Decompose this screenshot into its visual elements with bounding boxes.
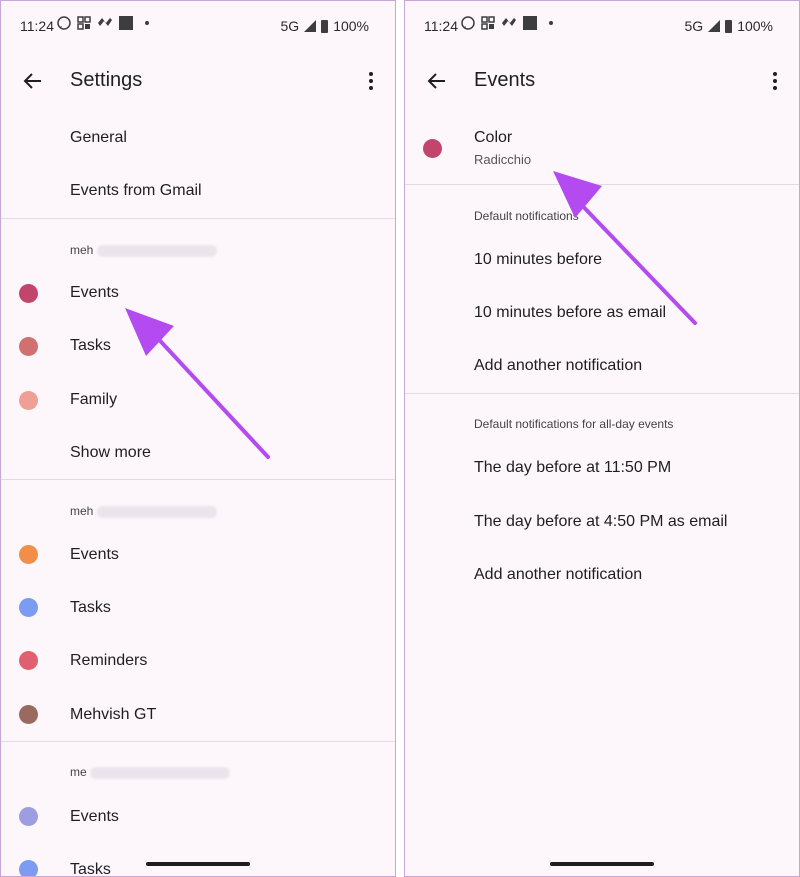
gesture-nav-bar[interactable]	[550, 862, 654, 866]
account-header-2: meh	[70, 504, 217, 518]
calendar-item-reminders[interactable]: Reminders	[70, 652, 147, 670]
notification-item-10min-email[interactable]: 10 minutes before as email	[474, 304, 666, 322]
add-notification-button[interactable]: Add another notification	[474, 357, 642, 375]
divider	[1, 479, 395, 480]
default-notifications-header: Default notifications	[474, 209, 579, 223]
app-square-icon	[523, 16, 537, 30]
calendar-color-dot	[19, 598, 38, 617]
arrow-back-icon[interactable]	[21, 69, 45, 93]
whatsapp-icon	[57, 16, 71, 30]
more-vert-icon[interactable]	[361, 69, 381, 93]
events-settings-screen: 11:24 5G 100% Events Color Radicchio Def…	[404, 0, 800, 877]
more-vert-icon[interactable]	[765, 69, 785, 93]
calendar-item-tasks[interactable]: Tasks	[70, 861, 111, 876]
app-swirl-icon	[98, 18, 112, 26]
notification-dot-icon	[145, 21, 149, 25]
redacted-email	[96, 505, 217, 518]
signal-icon	[304, 20, 317, 32]
color-value: Radicchio	[474, 152, 532, 167]
page-title: Events	[474, 69, 536, 91]
annotation-arrow	[553, 171, 697, 325]
allday-notification-item-2[interactable]: The day before at 4:50 PM as email	[474, 513, 727, 531]
color-swatch	[423, 139, 442, 158]
account-1-label: meh	[70, 243, 94, 257]
notification-item-10min[interactable]: 10 minutes before	[474, 251, 602, 269]
calendar-color-dot	[19, 651, 38, 670]
divider	[1, 741, 395, 742]
battery-label: 100%	[333, 18, 369, 34]
network-label: 5G	[684, 18, 704, 34]
calendar-color-dot	[19, 391, 38, 410]
battery-icon	[321, 19, 329, 33]
show-more-item[interactable]: Show more	[70, 444, 151, 462]
calendar-item-family[interactable]: Family	[70, 391, 117, 409]
redacted-email	[96, 244, 217, 257]
status-time: 11:24	[424, 18, 458, 34]
account-header-3: me	[70, 765, 231, 779]
calendar-item-events[interactable]: Events	[70, 284, 119, 302]
allday-notifications-header: Default notifications for all-day events	[474, 417, 674, 431]
status-time: 11:24	[20, 18, 54, 34]
app-square-icon	[119, 16, 133, 30]
battery-label: 100%	[737, 18, 773, 34]
settings-screen: 11:24 5G 100% Settings General Events fr…	[0, 0, 396, 877]
calendar-item-tasks[interactable]: Tasks	[70, 599, 111, 617]
color-label: Color	[474, 129, 513, 146]
annotation-arrow	[125, 308, 270, 459]
calendar-color-dot	[19, 545, 38, 564]
notification-dot-icon	[549, 21, 553, 25]
signal-icon	[708, 20, 721, 32]
whatsapp-icon	[461, 16, 475, 30]
network-label: 5G	[280, 18, 300, 34]
calendar-item-events[interactable]: Events	[70, 808, 119, 826]
divider	[405, 184, 799, 185]
allday-add-notification-button[interactable]: Add another notification	[474, 566, 642, 584]
status-bar: 11:24 5G 100%	[405, 1, 799, 51]
general-item[interactable]: General	[70, 129, 127, 147]
arrow-back-icon[interactable]	[425, 69, 449, 93]
status-bar: 11:24 5G 100%	[1, 1, 395, 51]
events-from-gmail-item[interactable]: Events from Gmail	[70, 182, 202, 200]
app-bar: Events	[405, 53, 799, 109]
battery-icon	[725, 19, 733, 33]
allday-notification-item-1[interactable]: The day before at 11:50 PM	[474, 459, 671, 477]
calendar-item-mehvish-gt[interactable]: Mehvish GT	[70, 706, 156, 724]
account-2-label: meh	[70, 504, 94, 518]
redacted-email	[90, 766, 231, 779]
page-title: Settings	[70, 69, 143, 91]
grid-app-icon	[481, 16, 495, 30]
calendar-item-tasks[interactable]: Tasks	[70, 337, 111, 355]
calendar-color-dot	[19, 284, 38, 303]
divider	[1, 218, 395, 219]
app-bar: Settings	[1, 53, 395, 109]
grid-app-icon	[77, 16, 91, 30]
calendar-color-dot	[19, 807, 38, 826]
account-3-label: me	[70, 765, 87, 779]
calendar-item-events[interactable]: Events	[70, 546, 119, 564]
account-header-1: meh	[70, 243, 217, 257]
divider	[405, 393, 799, 394]
app-swirl-icon	[502, 18, 516, 26]
gesture-nav-bar[interactable]	[146, 862, 250, 866]
calendar-color-dot	[19, 860, 38, 876]
calendar-color-dot	[19, 705, 38, 724]
calendar-color-dot	[19, 337, 38, 356]
